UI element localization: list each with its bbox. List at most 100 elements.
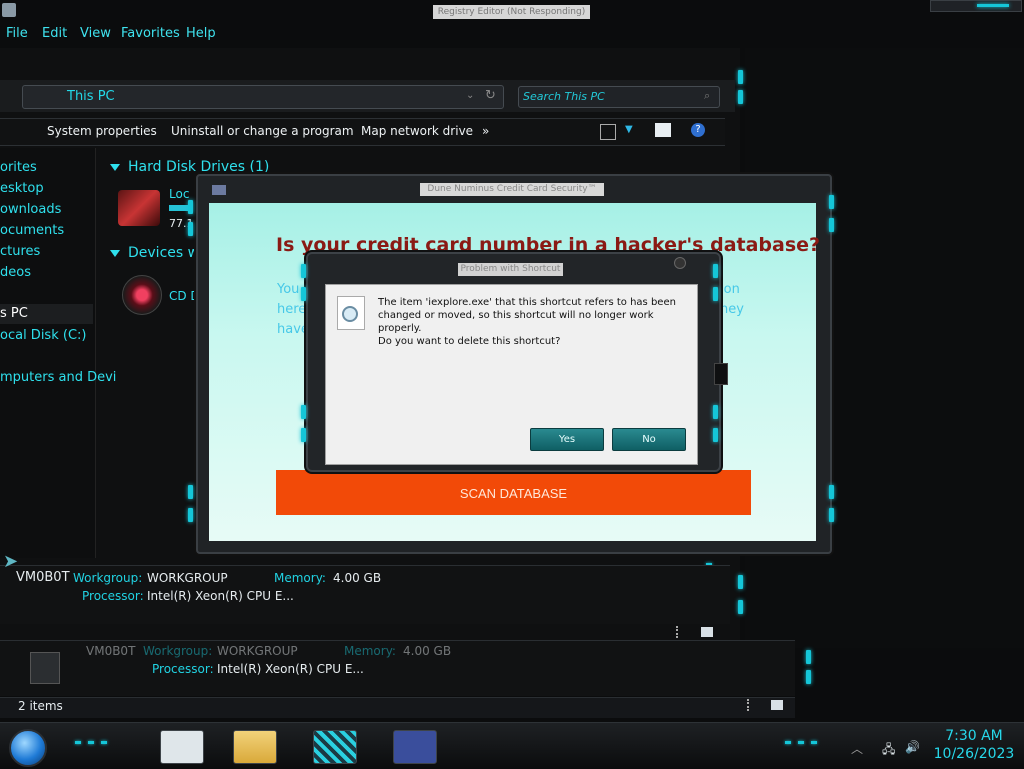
collapse-arrow-icon[interactable] xyxy=(110,250,120,257)
chevron-down-icon[interactable]: ⌄ xyxy=(466,90,474,101)
hard-drive-icon[interactable] xyxy=(118,190,160,226)
nav-computers-devices[interactable]: mputers and Devi xyxy=(0,370,116,385)
frame-ornament xyxy=(301,428,306,442)
frame-ornament xyxy=(188,200,193,214)
dialog-side-handle xyxy=(714,363,728,385)
frame-ornament xyxy=(829,508,834,522)
nav-downloads[interactable]: ownloads xyxy=(0,202,61,217)
tiles-view-icon[interactable] xyxy=(701,627,713,637)
frame-ornament xyxy=(738,90,743,104)
frame-ornament xyxy=(188,485,193,499)
processor-value-secondary: Intel(R) Xeon(R) CPU E... xyxy=(217,662,364,676)
clock-date: 10/26/2023 xyxy=(933,746,1015,762)
group-hard-disk-drives[interactable]: Hard Disk Drives (1) xyxy=(128,159,269,175)
frame-ornament xyxy=(829,485,834,499)
taskbar-ornament xyxy=(88,741,94,744)
processor-label-secondary: Processor: xyxy=(152,662,214,676)
frame-ornament xyxy=(713,405,718,419)
computer-icon xyxy=(30,652,60,684)
frame-ornament xyxy=(829,218,834,232)
menu-help[interactable]: Help xyxy=(186,26,216,41)
search-icon[interactable]: ⌕ xyxy=(704,89,710,103)
file-explorer-icon[interactable] xyxy=(233,730,277,764)
taskbar-ornament xyxy=(798,741,804,744)
frame-ornament xyxy=(806,650,811,664)
dialog-question: Do you want to delete this shortcut? xyxy=(378,336,561,347)
menu-favorites[interactable]: Favorites xyxy=(121,26,180,41)
taskbar-clock[interactable]: 7:30 AM 10/26/2023 xyxy=(930,727,1018,763)
network-icon[interactable]: 🖧 xyxy=(882,740,895,761)
dialog-message: The item 'iexplore.exe' that this shortc… xyxy=(378,297,676,334)
more-commands-button[interactable]: » xyxy=(482,124,489,138)
collapse-arrow-icon[interactable] xyxy=(110,164,120,171)
clock-time: 7:30 AM xyxy=(945,728,1003,744)
frame-ornament xyxy=(829,195,834,209)
computer-name-secondary: VM0B0T xyxy=(86,644,136,658)
chevron-down-icon[interactable]: ▼ xyxy=(625,124,633,135)
frame-ornament xyxy=(188,222,193,236)
frame-ornament xyxy=(738,70,743,84)
memory-label: Memory: xyxy=(274,571,326,585)
drive-label[interactable]: Loc xyxy=(169,187,189,201)
address-text[interactable]: This PC xyxy=(67,89,115,104)
nav-this-pc[interactable]: s PC xyxy=(0,306,28,321)
details-view-icon[interactable] xyxy=(747,699,759,711)
registry-editor-icon[interactable] xyxy=(313,730,357,764)
frame-ornament xyxy=(806,670,811,684)
regedit-app-icon[interactable] xyxy=(2,3,16,17)
computer-name: VM0B0T xyxy=(16,570,70,585)
status-bar xyxy=(0,697,795,718)
frame-ornament xyxy=(188,508,193,522)
cd-drive-icon[interactable] xyxy=(122,275,162,315)
window-controls[interactable] xyxy=(930,0,1022,12)
show-hidden-icons-icon[interactable]: ︿ xyxy=(851,740,863,757)
workgroup-label-secondary: Workgroup: xyxy=(143,644,213,658)
start-button[interactable] xyxy=(9,729,47,767)
memory-value: 4.00 GB xyxy=(333,571,382,585)
menu-edit[interactable]: Edit xyxy=(42,26,67,41)
refresh-icon[interactable]: ↻ xyxy=(485,88,496,103)
taskbar-window-icon[interactable] xyxy=(160,730,204,764)
taskbar xyxy=(0,722,1024,769)
magnifier-document-icon xyxy=(337,296,365,330)
system-properties-button[interactable]: System properties xyxy=(47,124,157,138)
window-title: Registry Editor (Not Responding) xyxy=(433,5,590,19)
frame-ornament xyxy=(301,287,306,301)
menu-file[interactable]: File xyxy=(6,26,28,41)
memory-value-secondary: 4.00 GB xyxy=(403,644,452,658)
close-icon[interactable] xyxy=(674,257,686,269)
view-options-icon[interactable] xyxy=(600,124,616,140)
scam-faint-text: You xyxy=(277,282,300,297)
nav-favorites[interactable]: orites xyxy=(0,160,37,175)
uninstall-program-button[interactable]: Uninstall or change a program xyxy=(171,124,354,138)
processor-value: Intel(R) Xeon(R) CPU E... xyxy=(147,589,294,603)
nav-pictures[interactable]: ctures xyxy=(0,244,40,259)
nav-videos[interactable]: deos xyxy=(0,265,31,280)
frame-ornament xyxy=(738,575,743,589)
group-devices[interactable]: Devices w xyxy=(128,245,199,261)
menu-bar: File Edit View Favorites Help xyxy=(0,22,740,46)
processor-label: Processor: xyxy=(82,589,144,603)
tiles-view-icon[interactable] xyxy=(771,700,783,710)
credit-card-app-icon[interactable] xyxy=(393,730,437,764)
details-view-icon[interactable] xyxy=(676,626,688,638)
menu-view[interactable]: View xyxy=(80,26,111,41)
yes-button[interactable]: Yes xyxy=(530,428,604,451)
help-icon[interactable]: ? xyxy=(691,123,705,137)
map-network-drive-button[interactable]: Map network drive xyxy=(361,124,473,138)
frame-ornament xyxy=(713,287,718,301)
nav-documents[interactable]: ocuments xyxy=(0,223,64,238)
scam-faint-text: here xyxy=(277,302,307,317)
taskbar-ornament xyxy=(785,741,791,744)
frame-ornament xyxy=(713,428,718,442)
volume-icon[interactable]: 🔊 xyxy=(905,740,920,754)
scam-app-icon[interactable] xyxy=(212,185,226,195)
scan-database-button[interactable]: SCAN DATABASE xyxy=(276,470,751,515)
no-button[interactable]: No xyxy=(612,428,686,451)
memory-label-secondary: Memory: xyxy=(344,644,396,658)
frame-ornament xyxy=(301,405,306,419)
dialog-title: Problem with Shortcut xyxy=(458,263,563,276)
nav-desktop[interactable]: esktop xyxy=(0,181,44,196)
preview-pane-icon[interactable] xyxy=(655,123,671,137)
nav-local-disk[interactable]: ocal Disk (C:) xyxy=(0,328,86,343)
